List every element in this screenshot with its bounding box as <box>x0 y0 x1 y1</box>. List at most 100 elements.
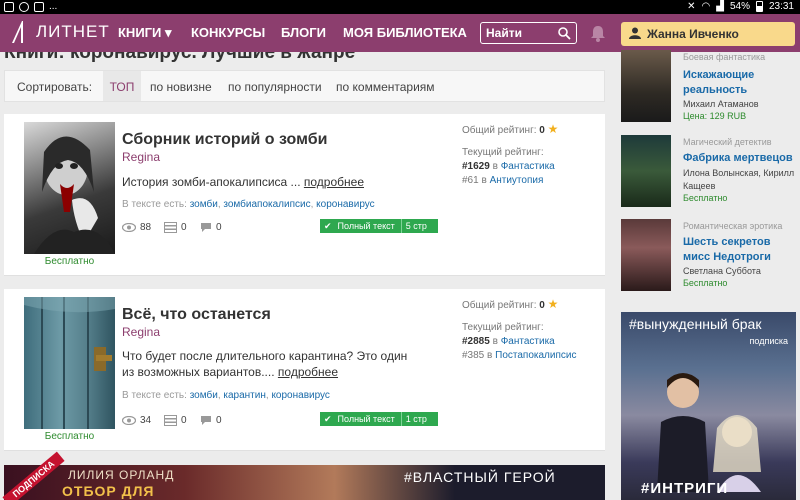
sort-newest-tab[interactable]: по новизне <box>150 80 212 94</box>
page-count: 5 стр <box>400 219 427 233</box>
sidebar-book-price: Бесплатно <box>683 278 728 288</box>
search-field[interactable]: Найти <box>480 22 577 44</box>
eye-icon <box>122 416 136 425</box>
wifi-icon: ◠ <box>701 1 711 12</box>
sidebar-book: Магический детектив Фабрика мертвецов Ил… <box>621 135 796 215</box>
logo-text: ЛИТНЕТ <box>36 22 110 41</box>
price-label: Бесплатно <box>44 431 95 442</box>
ad-couple-illustration <box>657 373 761 492</box>
book-annotation: История зомби-апокалипсиса ... подробнее <box>122 175 364 189</box>
notifications-bell-icon[interactable] <box>590 25 606 42</box>
user-icon <box>629 27 641 39</box>
genre-link[interactable]: Фантастика <box>501 336 555 347</box>
sidebar-book-title[interactable]: Искажающие реальность <box>683 68 797 98</box>
book-tags: В тексте есть: зомби, зомбиапокалипсис, … <box>122 199 375 210</box>
sidebar-book-cover[interactable] <box>621 219 671 291</box>
book-card: Бесплатно Сборник историй о зомби Regina… <box>4 114 605 276</box>
book-author[interactable]: Regina <box>122 325 160 339</box>
rank-genre-1: #2885 <box>462 336 490 347</box>
overall-rating: 0 <box>539 125 545 136</box>
download-icon <box>34 1 44 12</box>
sidebar-book-title[interactable]: Фабрика мертвецов <box>683 151 797 166</box>
book-cover-image[interactable] <box>24 122 115 254</box>
book-annotation: Что будет после длительного карантина? Э… <box>122 349 408 379</box>
read-more-link[interactable]: подробнее <box>278 365 338 379</box>
sidebar-book: Боевая фантастика Искажающие реальность … <box>621 50 796 130</box>
eye-icon <box>122 223 136 232</box>
check-icon: ✔ <box>324 414 332 424</box>
sidebar-book-cover[interactable] <box>621 135 671 207</box>
nav-books[interactable]: КНИГИ ▾ <box>118 25 172 41</box>
site-logo[interactable]: ЛИТНЕТ <box>10 20 110 44</box>
rank-genre-2: #385 <box>462 350 485 361</box>
libraries-count: 0 <box>164 415 187 426</box>
door-illustration <box>24 297 115 429</box>
ad-hashtag: #вынужденный брак <box>629 316 762 332</box>
comments-count: 0 <box>200 415 222 426</box>
sidebar-book-price: Бесплатно <box>683 193 728 203</box>
logo-mark-icon <box>12 21 23 43</box>
user-menu-button[interactable]: Жанна Ивченко <box>621 22 795 46</box>
sidebar-ad-banner[interactable]: #вынужденный брак подписка #ИНТРИГИ <box>621 312 796 500</box>
tag-link[interactable]: коронавирус <box>316 199 375 210</box>
rating-block: Общий рейтинг: 0 ★ Текущий рейтинг: #162… <box>462 122 559 186</box>
search-icon[interactable] <box>558 27 571 40</box>
subscription-badge: ПОДПИСКА <box>2 451 65 500</box>
sidebar-book-price: Цена: 129 RUB <box>683 111 747 121</box>
tag-link[interactable]: коронавирус <box>271 390 330 401</box>
mute-icon: ✕ <box>687 1 696 12</box>
book-cover-image[interactable] <box>24 297 115 429</box>
user-name: Жанна Ивченко <box>647 27 739 41</box>
sidebar-book: Романтическая эротика Шесть секретов мис… <box>621 219 796 299</box>
signal-icon: ▟ <box>716 1 724 12</box>
rating-block: Общий рейтинг: 0 ★ Текущий рейтинг: #288… <box>462 297 577 361</box>
read-more-link[interactable]: подробнее <box>304 175 364 189</box>
tag-link[interactable]: зомбиапокалипсис <box>223 199 310 210</box>
library-icon <box>164 222 177 233</box>
ad-hashtag: #ВЛАСТНЫЙ ГЕРОЙ <box>404 469 556 485</box>
star-icon: ★ <box>547 297 559 311</box>
nav-my-library[interactable]: МОЯ БИБЛИОТЕКА <box>343 25 467 40</box>
genre-link[interactable]: Антиутопия <box>490 175 544 186</box>
overall-rating: 0 <box>539 300 545 311</box>
book-title[interactable]: Всё, что останется <box>122 306 271 324</box>
rank-genre-2: #61 <box>462 175 479 186</box>
book-card: Бесплатно Всё, что останется Regina Что … <box>4 289 605 451</box>
sidebar-book-author: Михаил Атаманов <box>683 99 759 109</box>
genre-link[interactable]: Фантастика <box>501 161 555 172</box>
bottom-ad-banner[interactable]: ПОДПИСКА ЛИЛИЯ ОРЛАНД ОТБОР ДЛЯ #ВЛАСТНЫ… <box>2 451 605 500</box>
sidebar-book-title[interactable]: Шесть секретов мисс Недотроги <box>683 235 797 265</box>
sort-popular-tab[interactable]: по популярности <box>228 80 322 94</box>
notification-icon <box>4 1 14 12</box>
price-label: Бесплатно <box>44 256 95 267</box>
sidebar-book-category: Романтическая эротика <box>683 221 783 231</box>
tag-link[interactable]: карантин <box>223 390 266 401</box>
sort-comments-tab[interactable]: по комментариям <box>336 80 435 94</box>
comments-count: 0 <box>200 222 222 233</box>
tag-link[interactable]: зомби <box>190 390 218 401</box>
sidebar-book-author: Илона Волынская, Кирилл Кащеев <box>683 168 795 191</box>
sort-top-tab[interactable]: ТОП <box>103 71 141 101</box>
library-icon <box>164 415 177 426</box>
clock: 23:31 <box>768 1 794 12</box>
sort-bar: Сортировать: ТОП по новизне по популярно… <box>4 70 605 102</box>
book-tags: В тексте есть: зомби, карантин, коронави… <box>122 390 330 401</box>
zombie-illustration <box>34 136 115 254</box>
sidebar-book-author: Светлана Субботa <box>683 266 761 276</box>
nav-blogs[interactable]: БЛОГИ <box>281 25 326 40</box>
tag-link[interactable]: зомби <box>190 199 218 210</box>
sidebar-book-cover[interactable] <box>621 50 671 122</box>
check-icon: ✔ <box>324 221 332 231</box>
chevron-down-icon: ▾ <box>165 25 172 40</box>
status-bar: ... ✕ ◠ ▟ 54% 23:31 <box>0 0 800 14</box>
sidebar-book-category: Магический детектив <box>683 137 772 147</box>
ad-title: ОТБОР ДЛЯ <box>62 483 155 499</box>
nav-contests[interactable]: КОНКУРСЫ <box>191 25 265 40</box>
sort-label: Сортировать: <box>17 80 93 94</box>
book-author[interactable]: Regina <box>122 150 160 164</box>
genre-link[interactable]: Постапокалипсис <box>495 350 576 361</box>
search-placeholder: Найти <box>486 26 522 40</box>
ad-bottom-tag: #ИНТРИГИ <box>641 480 729 497</box>
full-text-badge: ✔ Полный текст 5 стр <box>320 219 438 233</box>
book-title[interactable]: Сборник историй о зомби <box>122 131 327 149</box>
